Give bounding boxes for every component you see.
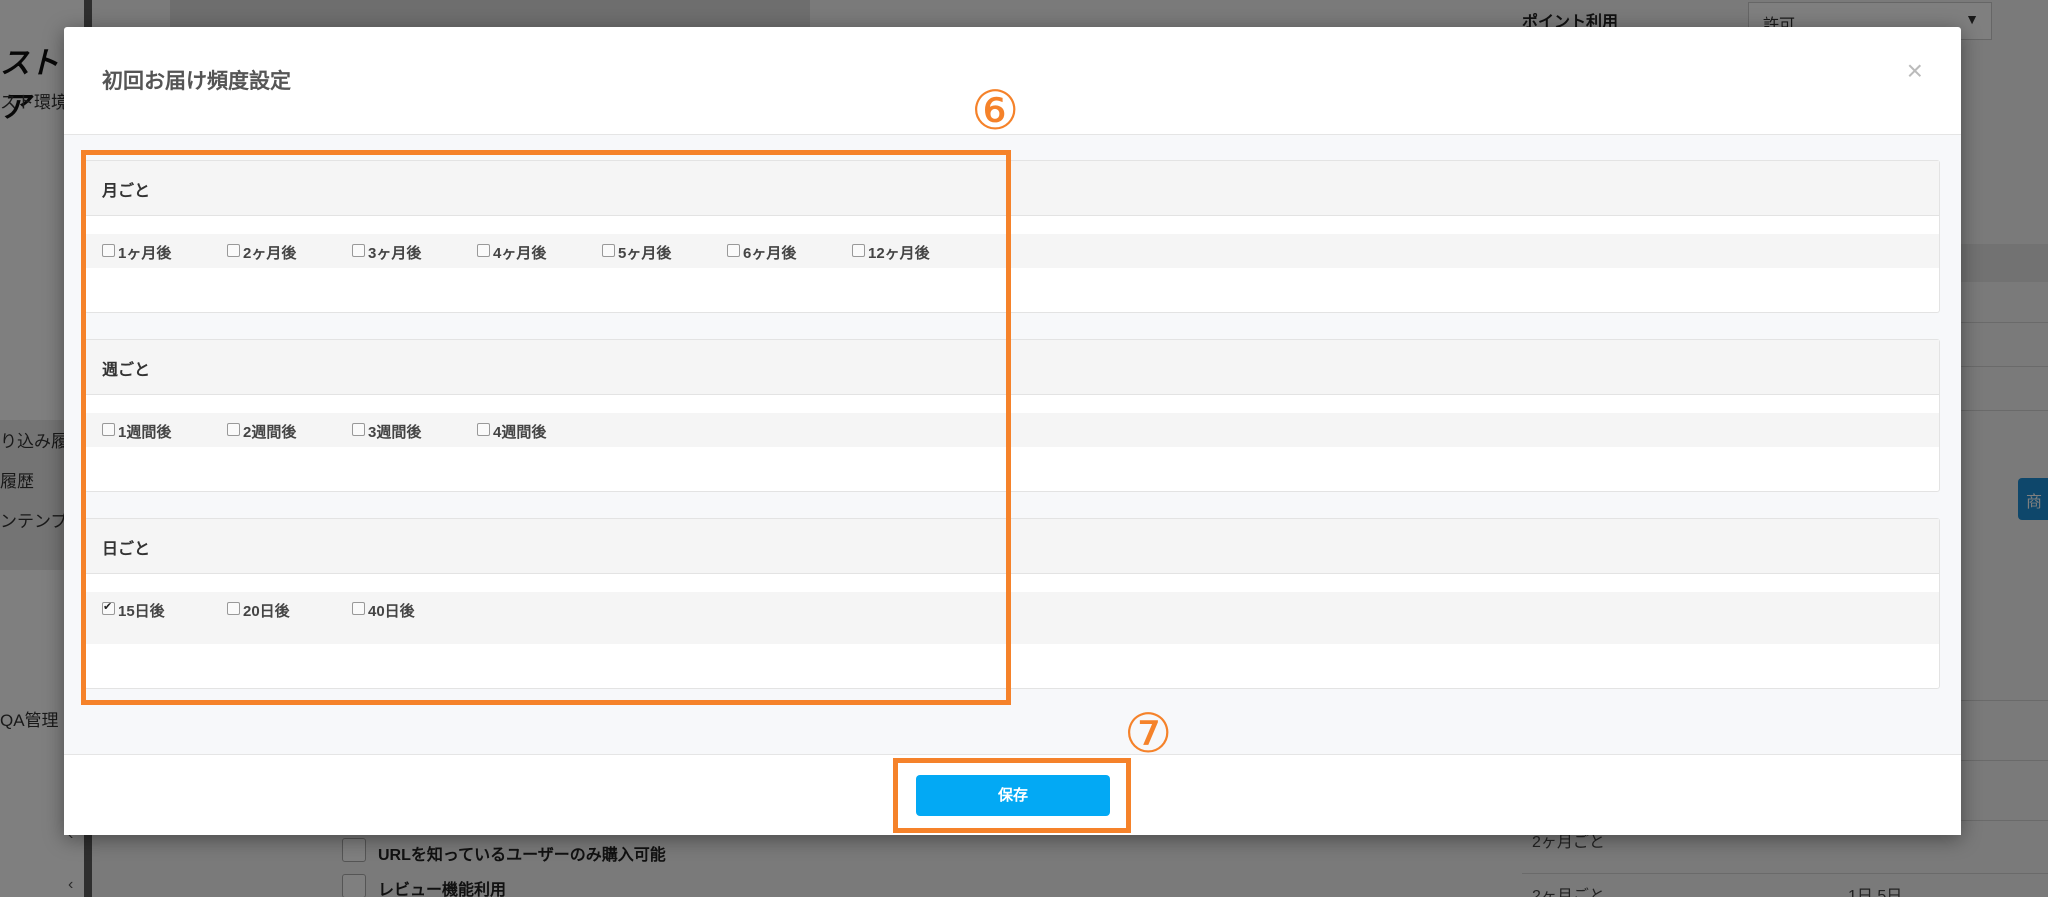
modal-title: 初回お届け頻度設定 xyxy=(102,70,291,93)
close-icon[interactable]: × xyxy=(1907,57,1923,85)
highlight-box-save xyxy=(893,758,1131,833)
annotation-marker-7: ⑦ xyxy=(1124,702,1173,765)
highlight-box-options xyxy=(81,150,1011,705)
annotation-marker-6: ⑥ xyxy=(971,79,1020,142)
